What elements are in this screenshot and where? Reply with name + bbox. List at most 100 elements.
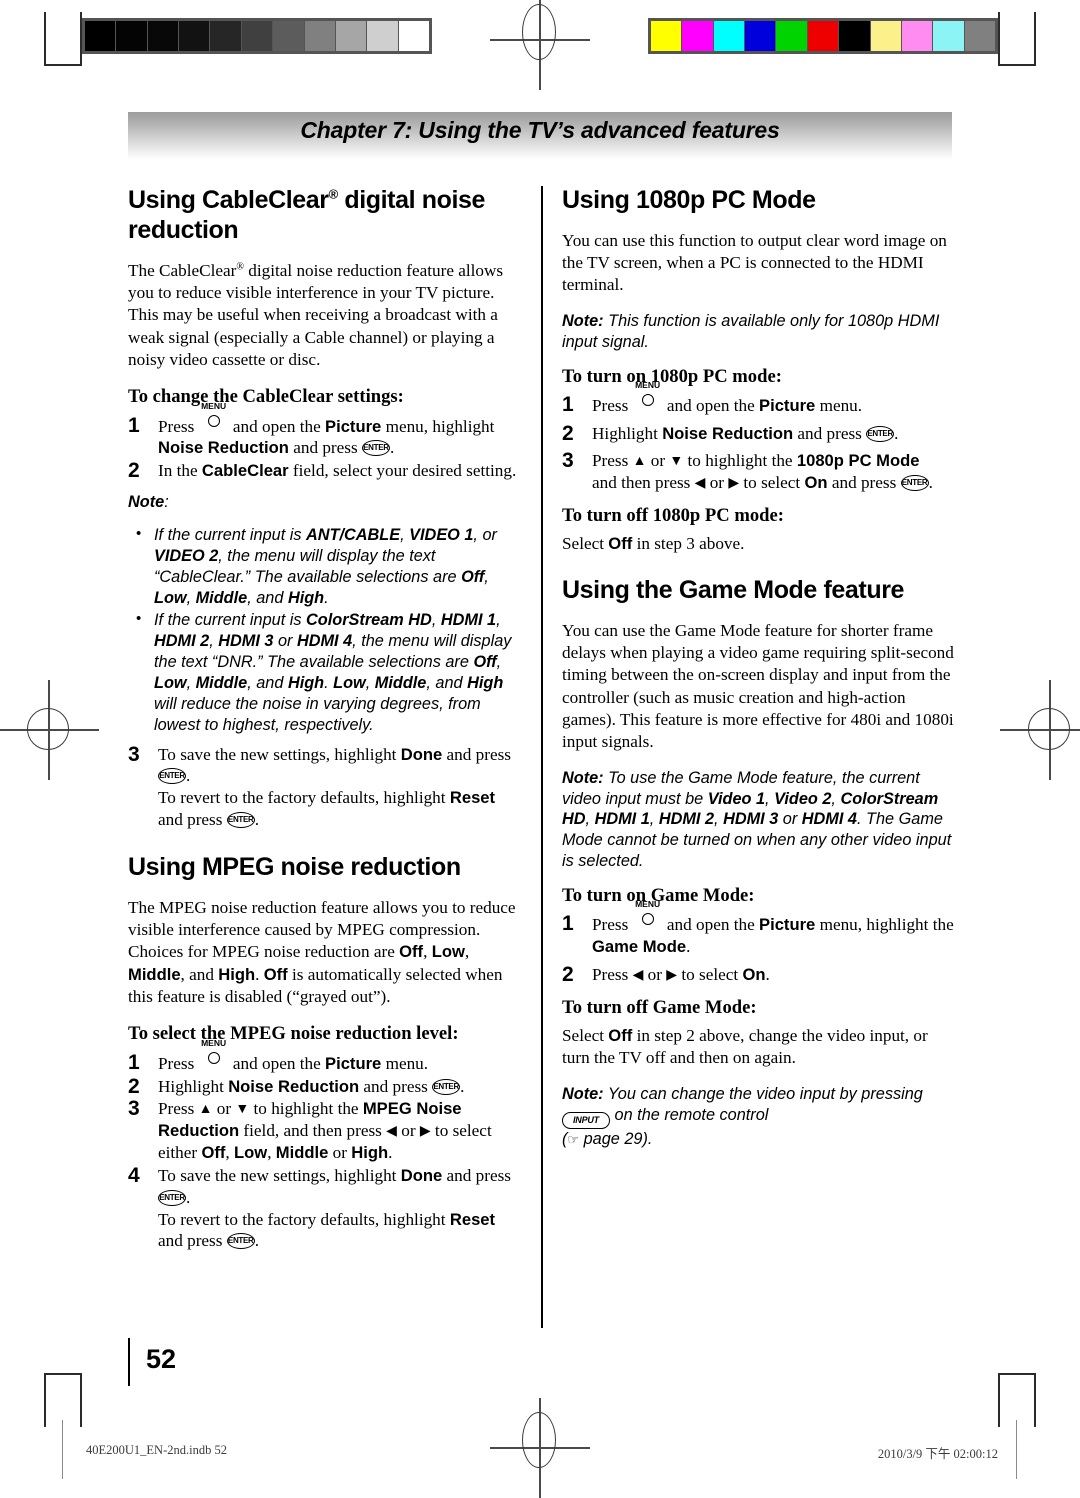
arrow-right-icon: ▶	[666, 967, 678, 983]
menu-name-picture: Picture	[325, 1053, 382, 1073]
button-name-done: Done	[400, 1165, 443, 1185]
step-text: and press	[363, 1076, 428, 1096]
step-text: To revert to the factory defaults, highl…	[158, 788, 446, 808]
chapter-title: Chapter 7: Using the TV’s advanced featu…	[300, 117, 780, 143]
right-column: Using 1080p PC Mode You can use this fun…	[562, 186, 958, 1161]
left-column: Using CableClear® digital noise reductio…	[128, 186, 524, 1262]
subheading-turn-on-pc-mode: To turn on 1080p PC mode:	[562, 365, 782, 387]
arrow-right-icon: ▶	[728, 476, 740, 492]
menu-name-noise-reduction: Noise Reduction	[228, 1076, 360, 1096]
step-text: or	[650, 451, 666, 471]
step-item: 4 To save the new settings, highlight Do…	[128, 1163, 511, 1251]
enter-key-icon: ENTER	[866, 425, 895, 442]
step-text: or	[401, 1121, 416, 1141]
subheading-turn-off-pc-mode: To turn off 1080p PC mode:	[562, 505, 784, 527]
manual-page: Chapter 7: Using the TV’s advanced featu…	[0, 0, 1080, 1479]
step-text: to select	[743, 473, 801, 493]
option-off: Off	[608, 534, 633, 554]
step-number: 1	[128, 1050, 140, 1074]
footer-timestamp: 2010/3/9 下午 02:00:12	[877, 1447, 998, 1461]
page-number: 52	[146, 1344, 177, 1374]
menu-key-icon: MENU	[635, 900, 661, 930]
cableclear-steps: 1 Press MENU and open the Picture menu, …	[128, 402, 524, 483]
note-change-video-input: Note: You can change the video input by …	[562, 1084, 923, 1148]
option-off: Off	[201, 1143, 226, 1163]
step-number: 2	[562, 421, 574, 445]
menu-name-noise-reduction: Noise Reduction	[662, 423, 794, 443]
step-number: 3	[562, 449, 574, 473]
page-number-rule	[128, 1338, 130, 1386]
step-number: 1	[562, 912, 574, 936]
step-item: 1 Press MENU and open the Picture menu, …	[562, 899, 954, 957]
subheading-change-cableclear: To change the CableClear settings:	[128, 386, 404, 408]
step-number: 2	[128, 459, 140, 483]
option-middle: Middle	[275, 1143, 329, 1163]
column-divider	[541, 186, 543, 1328]
turn-off-game-mode-body: Select Off in step 2 above, change the v…	[562, 1025, 928, 1068]
step-number: 1	[562, 392, 574, 416]
step-text: Press	[592, 964, 629, 984]
menu-name-picture: Picture	[325, 416, 382, 436]
step-item: 2 Press ◀ or ▶ to select On.	[562, 962, 958, 986]
step-text: or	[709, 473, 725, 493]
pc-mode-intro-paragraph: You can use this function to output clea…	[562, 230, 947, 295]
step-number: 3	[128, 742, 140, 766]
step-text: and open the	[232, 1053, 321, 1073]
option-off: Off	[608, 1025, 633, 1045]
step-text: or	[647, 964, 662, 984]
cableclear-steps-continued: 3 To save the new settings, highlight Do…	[128, 742, 524, 831]
menu-name-picture: Picture	[759, 395, 816, 415]
step-text: field, select your desired setting.	[292, 461, 517, 481]
step-item: 3 Press ▲ or ▼ to highlight the 1080p PC…	[562, 449, 933, 493]
section-title-cableclear: Using CableClear® digital noise reductio…	[128, 186, 485, 244]
turn-off-pc-mode-body: Select Off in step 3 above.	[562, 534, 745, 554]
step-text: or	[332, 1143, 347, 1163]
step-number: 2	[562, 962, 574, 986]
enter-key-icon: ENTER	[900, 475, 929, 492]
menu-name-picture: Picture	[759, 915, 816, 935]
step-text: Press	[592, 395, 629, 415]
step-text: and press	[158, 810, 223, 830]
step-text: and press	[797, 423, 862, 443]
step-text: menu, highlight	[385, 416, 495, 436]
step-text: to select	[681, 964, 739, 984]
step-text: and press	[446, 1165, 511, 1185]
menu-name-noise-reduction: Noise Reduction	[158, 438, 289, 458]
step-text: Highlight	[592, 423, 658, 443]
arrow-up-icon: ▲	[632, 454, 647, 470]
step-item: 1 Press MENU and open the Picture menu.	[562, 381, 958, 417]
game-mode-intro-paragraph: You can use the Game Mode feature for sh…	[562, 620, 954, 752]
button-name-done: Done	[400, 744, 443, 764]
menu-key-icon: MENU	[635, 381, 661, 411]
step-text: to highlight the	[687, 451, 793, 471]
step-text: and press	[158, 1231, 223, 1251]
step-text: field, and then press	[243, 1121, 382, 1141]
option-high: High	[351, 1143, 389, 1163]
footer-rule-right	[1016, 1420, 1017, 1479]
step-text: To save the new settings, highlight	[158, 1165, 397, 1185]
step-text: Press	[592, 915, 629, 935]
section-title-mpeg: Using MPEG noise reduction	[128, 852, 461, 881]
field-name-game-mode: Game Mode	[592, 937, 687, 957]
cableclear-intro-paragraph: The CableClear® digital noise reduction …	[128, 260, 504, 369]
step-number: 1	[128, 413, 140, 437]
menu-key-icon: MENU	[201, 402, 227, 432]
section-title-1080p-pc-mode: Using 1080p PC Mode	[562, 186, 816, 214]
step-item: 2 Highlight Noise Reduction and press EN…	[128, 1075, 524, 1098]
field-name-cableclear: CableClear	[201, 461, 289, 481]
enter-key-icon: ENTER	[226, 812, 255, 829]
step-item: 1 Press MENU and open the Picture menu.	[128, 1039, 524, 1075]
step-number: 4	[128, 1163, 140, 1187]
section-title-game-mode: Using the Game Mode feature	[562, 575, 905, 604]
step-item: 3 To save the new settings, highlight Do…	[128, 742, 511, 830]
step-text: menu.	[819, 395, 863, 415]
step-item: 2 Highlight Noise Reduction and press EN…	[562, 421, 958, 445]
step-text: Press	[592, 451, 629, 471]
arrow-left-icon: ◀	[694, 476, 706, 492]
enter-key-icon: ENTER	[361, 440, 390, 457]
enter-key-icon: ENTER	[158, 1189, 186, 1206]
note-bullet: If the current input is ColorStream HD, …	[128, 609, 524, 735]
cableclear-note-bullets: If the current input is ANT/CABLE, VIDEO…	[128, 524, 524, 736]
game-mode-steps: 1 Press MENU and open the Picture menu, …	[562, 899, 958, 986]
step-text: menu, highlight the	[819, 915, 954, 935]
